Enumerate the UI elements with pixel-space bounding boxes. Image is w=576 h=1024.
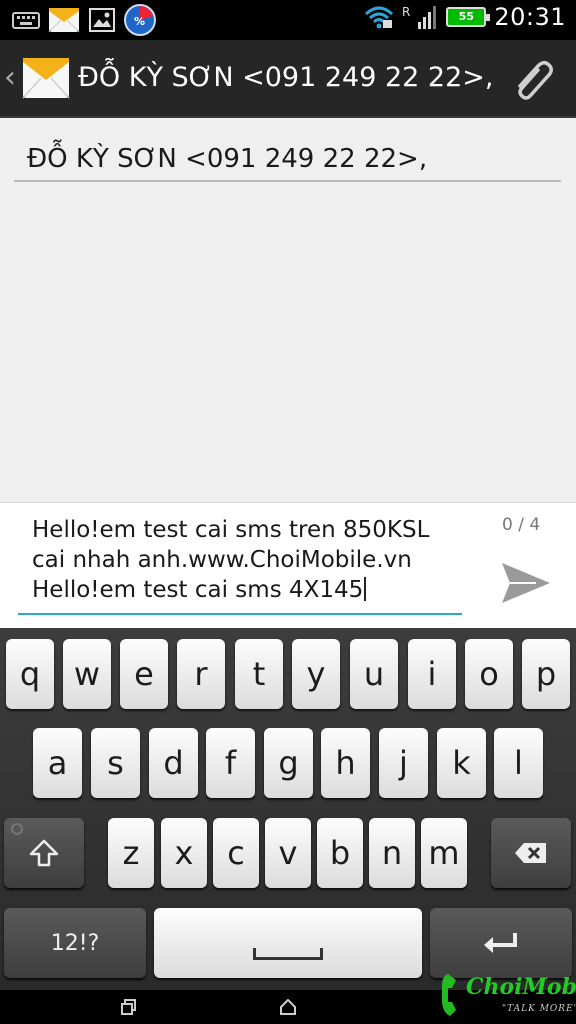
watermark-tagline: "TALK MORE" [502,1004,576,1014]
key-x[interactable]: x [161,818,207,888]
key-k[interactable]: k [437,728,486,798]
battery-icon: 55 [446,7,491,27]
backspace-icon [515,843,546,863]
key-v[interactable]: v [265,818,311,888]
space-key[interactable] [154,908,422,978]
recipient-field[interactable]: ĐỖ KỲ SƠN <091 249 22 22>, [14,144,561,182]
keyboard-icon [12,12,40,29]
key-a[interactable]: a [33,728,82,798]
enter-icon [484,933,517,953]
key-s[interactable]: s [91,728,140,798]
message-line-1: Hello!em test cai sms tren 850KSL [32,517,430,543]
shift-icon [29,839,59,867]
enter-key[interactable] [430,908,572,978]
attachment-paperclip-icon[interactable] [510,56,556,100]
roaming-indicator: R [401,5,411,19]
signal-icon [418,6,437,29]
key-z[interactable]: z [108,818,154,888]
recent-apps-icon [121,999,136,1015]
message-counter: 0 / 4 [502,515,541,535]
message-line-3-wrapper: Hello!em test cai sms 4X145 [18,575,462,605]
notification-icons: % [12,4,156,36]
caps-lock-indicator [11,823,23,835]
back-chevron-icon[interactable]: ‹ [4,60,16,95]
recipients-area: ĐỖ KỲ SƠN <091 249 22 22>, [0,118,576,502]
wifi-icon [364,6,394,29]
message-line-3: Hello!em test cai sms 4X145 [32,577,364,603]
key-d[interactable]: d [149,728,198,798]
action-bar: ‹ ĐỖ KỲ SƠN <091 249 22 22>, [0,40,576,118]
gallery-icon [89,8,115,32]
recipient-value: ĐỖ KỲ SƠN <091 249 22 22>, [27,144,428,174]
mail-notification-icon [48,8,80,33]
key-i[interactable]: i [408,639,456,709]
key-c[interactable]: c [213,818,259,888]
shift-key[interactable] [4,818,84,888]
key-n[interactable]: n [369,818,415,888]
conversation-title: ĐỖ KỲ SƠN <091 249 22 22>, [78,62,494,93]
key-u[interactable]: u [350,639,398,709]
backspace-key[interactable] [491,818,571,888]
key-g[interactable]: g [264,728,313,798]
home-button[interactable] [275,994,301,1020]
recent-apps-button[interactable] [116,994,142,1020]
key-r[interactable]: r [177,639,225,709]
key-q[interactable]: q [6,639,54,709]
key-j[interactable]: j [379,728,428,798]
key-b[interactable]: b [317,818,363,888]
key-h[interactable]: h [321,728,370,798]
text-cursor [364,577,367,601]
battery-level: 55 [458,10,474,23]
soft-keyboard: q w e r t y u i o p a s d f g h j k l z … [0,628,576,990]
key-t[interactable]: t [235,639,283,709]
space-icon [253,948,323,960]
key-e[interactable]: e [120,639,168,709]
phone-handset-icon [442,974,456,1016]
messages-app-icon[interactable] [22,54,70,102]
key-l[interactable]: l [494,728,543,798]
phone-screen: % R 55 20:31 ‹ ĐỖ KỲ SƠN <091 249 22 22>… [0,0,576,1024]
clock: 20:31 [494,3,566,31]
system-status-icons: R 55 20:31 [364,3,566,31]
key-p[interactable]: p [522,639,570,709]
watermark-brand: ChoiMobile [466,974,576,1000]
key-o[interactable]: o [465,639,513,709]
symbols-key[interactable]: 12!? [4,908,146,978]
send-icon[interactable] [496,555,554,611]
home-icon [280,999,296,1015]
key-m[interactable]: m [421,818,467,888]
key-w[interactable]: w [63,639,111,709]
svg-text:%: % [134,15,145,28]
compose-panel: Hello!em test cai sms tren 850KSL cai nh… [0,502,576,628]
key-y[interactable]: y [292,639,340,709]
message-input[interactable]: Hello!em test cai sms tren 850KSL cai nh… [18,515,462,615]
key-f[interactable]: f [206,728,255,798]
status-bar: % R 55 20:31 [0,0,576,40]
percent-app-icon: % [124,4,156,36]
message-line-2: cai nhah anh.www.ChoiMobile.vn [32,547,412,573]
watermark-logo: ChoiMobile "TALK MORE" [440,970,576,1024]
